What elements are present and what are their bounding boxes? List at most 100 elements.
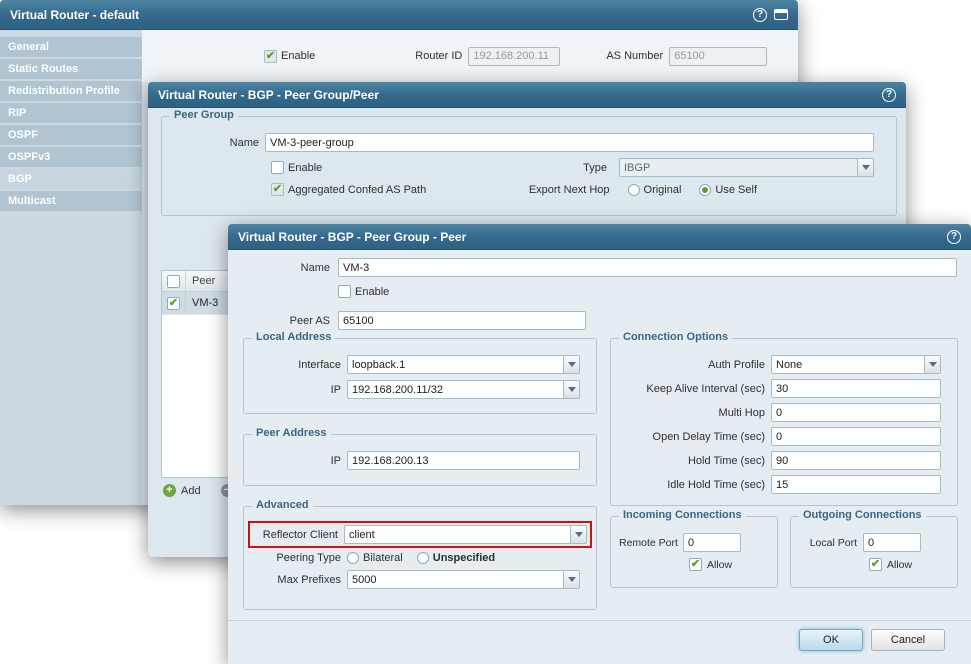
local-port-row: Local Port 0: [799, 533, 949, 552]
peer-column-header[interactable]: Peer: [186, 275, 215, 287]
peer-row-name: VM-3: [186, 297, 218, 309]
peer-group-enable-checkbox[interactable]: [271, 161, 284, 174]
original-radio[interactable]: [628, 184, 640, 196]
bilateral-radio[interactable]: [347, 552, 359, 564]
dialog-header-peer: Virtual Router - BGP - Peer Group - Peer…: [228, 224, 971, 250]
multi-hop-row: Multi Hop 0: [619, 403, 949, 422]
max-prefixes-value: 5000: [347, 570, 563, 589]
chevron-down-icon[interactable]: [563, 355, 580, 374]
row-select-checkbox[interactable]: [167, 297, 180, 310]
interface-row: Interface loopback.1: [252, 355, 588, 374]
max-prefixes-label: Max Prefixes: [252, 574, 347, 586]
open-delay-row: Open Delay Time (sec) 0: [619, 427, 949, 446]
outgoing-allow-checkbox[interactable]: [869, 558, 882, 571]
outgoing-connections-fieldset: Outgoing Connections Local Port 0 Allow: [790, 516, 958, 588]
help-icon[interactable]: ?: [947, 230, 961, 244]
max-prefixes-row: Max Prefixes 5000: [252, 570, 588, 589]
chevron-down-icon[interactable]: [570, 525, 587, 544]
dialog-title-peer-group: Virtual Router - BGP - Peer Group/Peer: [158, 88, 379, 102]
router-general-settings: Enable Router ID 192.168.200.11 AS Numbe…: [142, 30, 798, 82]
advanced-legend: Advanced: [252, 499, 313, 511]
help-icon[interactable]: ?: [882, 88, 896, 102]
reflector-client-dropdown[interactable]: client: [344, 525, 587, 544]
peer-group-name-input[interactable]: VM-3-peer-group: [265, 133, 874, 152]
idle-hold-label: Idle Hold Time (sec): [619, 479, 771, 491]
max-prefixes-combo[interactable]: 5000: [347, 570, 580, 589]
use-self-radio[interactable]: [699, 184, 711, 196]
bilateral-label: Bilateral: [363, 552, 409, 564]
dialog-title-default: Virtual Router - default: [10, 8, 139, 22]
peer-address-legend: Peer Address: [252, 427, 331, 439]
local-ip-label: IP: [252, 384, 347, 396]
sidebar-item-multicast[interactable]: Multicast: [0, 191, 142, 211]
export-next-hop-radios: Original Use Self: [616, 184, 763, 196]
auth-profile-row: Auth Profile None: [619, 355, 949, 374]
chevron-down-icon[interactable]: [563, 380, 580, 399]
interface-dropdown[interactable]: loopback.1: [347, 355, 580, 374]
peer-enable-checkbox[interactable]: [338, 285, 351, 298]
hold-time-row: Hold Time (sec) 90: [619, 451, 949, 470]
sidebar-item-general[interactable]: General: [0, 37, 142, 57]
as-number-input[interactable]: 65100: [669, 47, 767, 66]
local-port-input[interactable]: 0: [863, 533, 921, 552]
peer-name-input[interactable]: VM-3: [338, 258, 957, 277]
help-icon[interactable]: ?: [753, 8, 767, 22]
idle-hold-input[interactable]: 15: [771, 475, 941, 494]
peer-enable-row: Enable: [236, 285, 957, 298]
sidebar-item-rip[interactable]: RIP: [0, 103, 142, 123]
select-all-cell: [162, 271, 186, 291]
dialog-bgp-peer: Virtual Router - BGP - Peer Group - Peer…: [228, 224, 971, 664]
keep-alive-row: Keep Alive Interval (sec) 30: [619, 379, 949, 398]
chevron-down-icon[interactable]: [563, 570, 580, 589]
peering-type-label: Peering Type: [252, 552, 347, 564]
router-id-input[interactable]: 192.168.200.11: [468, 47, 560, 66]
hold-time-label: Hold Time (sec): [619, 455, 771, 467]
ok-button[interactable]: OK: [799, 629, 863, 651]
type-value: IBGP: [619, 158, 857, 177]
local-port-label: Local Port: [799, 537, 863, 549]
idle-hold-row: Idle Hold Time (sec) 15: [619, 475, 949, 494]
router-id-label: Router ID: [415, 50, 462, 62]
select-all-checkbox[interactable]: [167, 275, 180, 288]
reflector-client-value: client: [344, 525, 570, 544]
hold-time-input[interactable]: 90: [771, 451, 941, 470]
keep-alive-input[interactable]: 30: [771, 379, 941, 398]
chevron-down-icon[interactable]: [857, 158, 874, 177]
open-delay-input[interactable]: 0: [771, 427, 941, 446]
peer-as-input[interactable]: 65100: [338, 311, 586, 330]
dialog-title-peer: Virtual Router - BGP - Peer Group - Peer: [238, 230, 466, 244]
sidebar-item-bgp[interactable]: BGP: [0, 169, 142, 189]
interface-label: Interface: [252, 359, 347, 371]
sidebar-item-ospfv3[interactable]: OSPFv3: [0, 147, 142, 167]
aggregated-confed-checkbox[interactable]: [271, 183, 284, 196]
aggregated-row: Aggregated Confed AS Path Export Next Ho…: [170, 183, 888, 196]
router-enable-label: Enable: [281, 50, 315, 62]
sidebar-item-ospf[interactable]: OSPF: [0, 125, 142, 145]
reflector-client-label: Reflector Client: [253, 529, 344, 541]
type-dropdown[interactable]: IBGP: [619, 158, 874, 177]
incoming-allow-checkbox[interactable]: [689, 558, 702, 571]
auth-profile-dropdown[interactable]: None: [771, 355, 941, 374]
add-button-label[interactable]: Add: [181, 485, 201, 497]
unspecified-label: Unspecified: [433, 552, 501, 564]
aggregated-confed-label: Aggregated Confed AS Path: [288, 184, 432, 196]
dialog-header-peer-group: Virtual Router - BGP - Peer Group/Peer ?: [148, 82, 906, 108]
remote-port-row: Remote Port 0: [619, 533, 769, 552]
use-self-label: Use Self: [715, 184, 763, 196]
router-enable-checkbox[interactable]: [264, 50, 277, 63]
add-icon[interactable]: +: [163, 484, 176, 497]
sidebar-item-static-routes[interactable]: Static Routes: [0, 59, 142, 79]
cancel-button[interactable]: Cancel: [871, 629, 945, 651]
chevron-down-icon[interactable]: [924, 355, 941, 374]
local-ip-value: 192.168.200.11/32: [347, 380, 563, 399]
remote-port-input[interactable]: 0: [683, 533, 741, 552]
peer-ip-input[interactable]: 192.168.200.13: [347, 451, 580, 470]
multi-hop-input[interactable]: 0: [771, 403, 941, 422]
peer-ip-row: IP 192.168.200.13: [252, 451, 588, 470]
interface-value: loopback.1: [347, 355, 563, 374]
docs-panel-icon[interactable]: [774, 9, 788, 20]
unspecified-radio[interactable]: [417, 552, 429, 564]
export-next-hop-label: Export Next Hop: [529, 184, 616, 196]
local-ip-dropdown[interactable]: 192.168.200.11/32: [347, 380, 580, 399]
sidebar-item-redistribution-profile[interactable]: Redistribution Profile: [0, 81, 142, 101]
